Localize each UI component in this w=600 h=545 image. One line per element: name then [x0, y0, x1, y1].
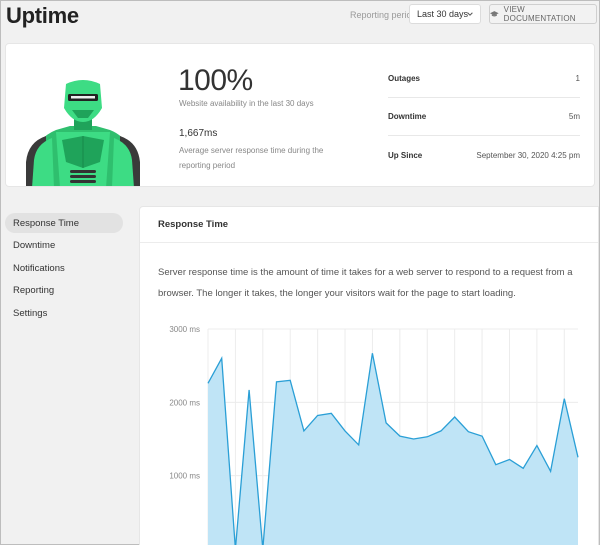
- uptime-summary-card: 100% Website availability in the last 30…: [5, 43, 595, 187]
- graduation-cap-icon: [490, 11, 499, 17]
- chart-data-point[interactable]: [315, 413, 321, 419]
- chart-data-point[interactable]: [479, 433, 485, 439]
- view-documentation-button[interactable]: VIEW DOCUMENTATION: [489, 4, 597, 24]
- sidebar-item-settings[interactable]: Settings: [5, 303, 123, 323]
- uptime-stats: Outages 1 Downtime 5m Up Since September…: [388, 60, 580, 174]
- stat-value: 5m: [568, 112, 580, 121]
- stat-outages: Outages 1: [388, 60, 580, 98]
- chart-data-point[interactable]: [219, 355, 225, 361]
- chevron-down-icon: [467, 12, 473, 16]
- stat-downtime: Downtime 5m: [388, 98, 580, 136]
- chart-data-point[interactable]: [506, 457, 512, 463]
- panel-title: Response Time: [140, 207, 598, 243]
- page-header: Uptime Reporting period Last 30 days VIE…: [1, 1, 599, 35]
- chart-data-point[interactable]: [493, 462, 499, 468]
- chart-y-tick-label: 3000 ms: [169, 325, 200, 334]
- chart-data-point[interactable]: [301, 428, 307, 434]
- chart-y-tick-label: 2000 ms: [169, 398, 200, 407]
- panel-description: Server response time is the amount of ti…: [158, 267, 573, 299]
- reporting-period-label: Reporting period: [350, 10, 417, 20]
- stat-value: 1: [575, 74, 580, 83]
- availability-value: 100%: [178, 64, 253, 97]
- chart-data-point[interactable]: [328, 410, 334, 416]
- chart-data-point[interactable]: [561, 396, 567, 402]
- chart-data-point[interactable]: [274, 379, 280, 385]
- sidebar-item-notifications[interactable]: Notifications: [5, 258, 123, 278]
- avg-response-time-description: Average server response time during the …: [179, 146, 324, 170]
- availability-description: Website availability in the last 30 days: [179, 99, 314, 108]
- stat-label: Up Since: [388, 150, 423, 160]
- chart-data-point[interactable]: [520, 465, 526, 471]
- chart-data-point[interactable]: [465, 429, 471, 435]
- chart-data-point[interactable]: [342, 428, 348, 434]
- reporting-period-select[interactable]: Last 30 days: [409, 4, 481, 24]
- chart-data-point[interactable]: [411, 436, 417, 442]
- chart-data-point[interactable]: [438, 428, 444, 434]
- chart-data-point[interactable]: [548, 468, 554, 474]
- chart-area-fill: [208, 353, 578, 545]
- sidebar-item-response-time[interactable]: Response Time: [5, 213, 123, 233]
- chart-data-point[interactable]: [369, 350, 375, 356]
- chart-data-point[interactable]: [452, 414, 458, 420]
- reporting-period-value: Last 30 days: [417, 9, 469, 19]
- chart-y-tick-label: 1000 ms: [169, 472, 200, 481]
- stat-up-since: Up Since September 30, 2020 4:25 pm: [388, 136, 580, 174]
- view-documentation-label: VIEW DOCUMENTATION: [503, 5, 576, 23]
- stat-value: September 30, 2020 4:25 pm: [476, 150, 580, 160]
- chart-data-point[interactable]: [356, 442, 362, 448]
- sidebar-item-reporting[interactable]: Reporting: [5, 281, 123, 301]
- sidebar-item-downtime[interactable]: Downtime: [5, 236, 123, 256]
- chart-data-point[interactable]: [246, 387, 252, 393]
- response-time-chart: 3000 ms 2000 ms 1000 ms: [169, 325, 581, 545]
- chart-data-point[interactable]: [424, 434, 430, 440]
- page-title: Uptime: [6, 3, 79, 28]
- robot-illustration: [26, 80, 140, 186]
- chart-data-point[interactable]: [205, 380, 211, 386]
- chart-data-point[interactable]: [534, 443, 540, 449]
- response-time-panel: Response Time Server response time is th…: [139, 206, 599, 545]
- section-sidebar: Response Time Downtime Notifications Rep…: [5, 213, 123, 326]
- stat-label: Outages: [388, 74, 421, 83]
- avg-response-time-value: 1,667ms: [179, 128, 218, 139]
- chart-data-point[interactable]: [575, 454, 581, 460]
- chart-data-point[interactable]: [383, 420, 389, 426]
- chart-data-point[interactable]: [397, 433, 403, 439]
- stat-label: Downtime: [388, 112, 427, 121]
- chart-data-point[interactable]: [287, 377, 293, 383]
